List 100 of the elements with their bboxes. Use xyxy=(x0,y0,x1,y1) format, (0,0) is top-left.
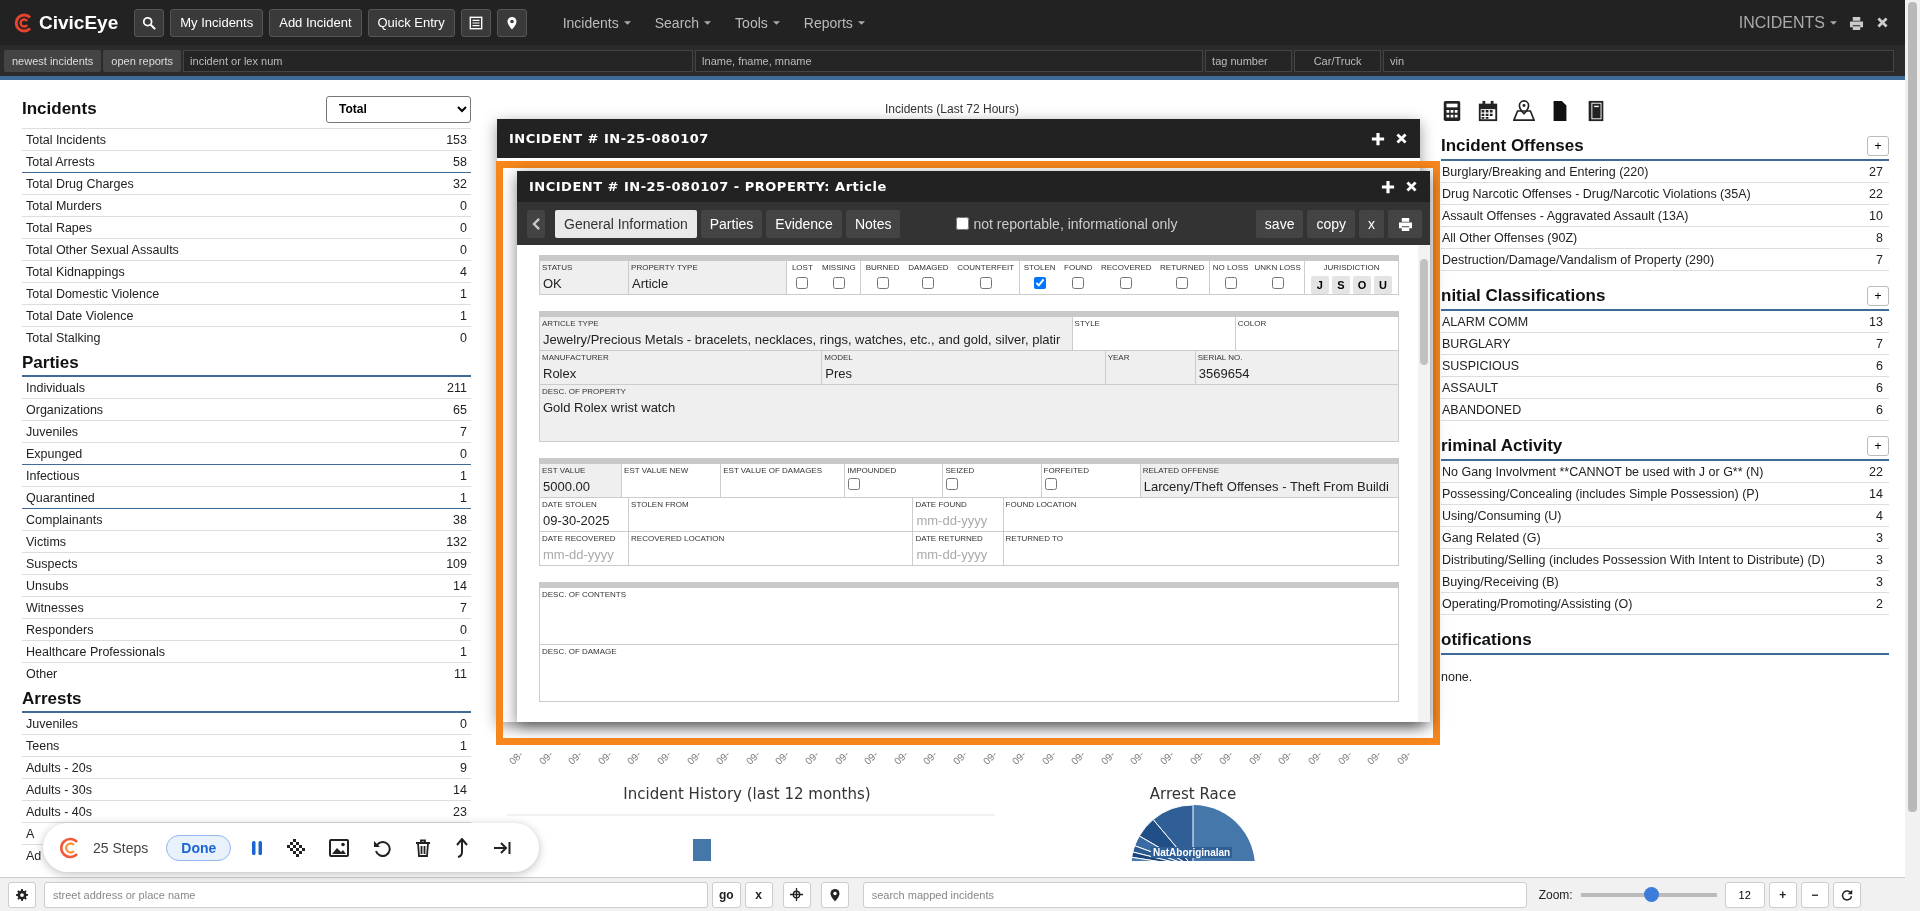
add-button[interactable]: + xyxy=(1867,436,1889,456)
form-field[interactable]: FOUND LOCATION xyxy=(1003,498,1399,532)
form-field[interactable]: PROPERTY TYPE Article xyxy=(629,261,788,295)
action-button[interactable]: save xyxy=(1255,209,1304,238)
add-button[interactable]: + xyxy=(1867,136,1889,156)
map-pin-button[interactable] xyxy=(820,881,849,908)
form-field[interactable]: DATE STOLEN 09-30-2025 xyxy=(540,498,630,532)
filter-select[interactable]: Total xyxy=(326,95,471,123)
search-button[interactable] xyxy=(134,8,165,37)
map-button[interactable] xyxy=(496,8,527,37)
tab[interactable]: Notes xyxy=(845,209,901,238)
form-field[interactable]: YEAR xyxy=(1105,351,1196,385)
nav-button[interactable]: My Incidents xyxy=(170,8,264,37)
plus-icon[interactable] xyxy=(1381,179,1395,194)
checkbox[interactable] xyxy=(1224,277,1237,289)
search-field[interactable]: tag number xyxy=(1205,49,1293,72)
scrollbar[interactable] xyxy=(1905,0,1920,911)
checkbox[interactable] xyxy=(1120,277,1133,289)
nav-button[interactable]: Add Incident xyxy=(269,8,362,37)
quick-search-button[interactable]: newest incidents xyxy=(4,49,102,72)
checkbox[interactable] xyxy=(946,478,959,490)
print-icon[interactable] xyxy=(1849,15,1864,30)
jurisdiction-button[interactable]: J xyxy=(1310,276,1329,294)
scrollbar[interactable] xyxy=(1418,245,1430,722)
slider-thumb[interactable] xyxy=(1644,887,1660,902)
action-button[interactable]: x xyxy=(1359,209,1384,238)
nav-menu[interactable]: Incidents xyxy=(562,14,631,31)
form-field[interactable]: EST VALUE OF DAMAGES xyxy=(721,464,846,498)
form-field[interactable]: DESC. OF CONTENTS xyxy=(540,588,1399,645)
jurisdiction-button[interactable]: S xyxy=(1331,276,1350,294)
tab[interactable]: Parties xyxy=(700,209,763,238)
form-field[interactable]: STYLE xyxy=(1072,317,1236,351)
checkbox[interactable] xyxy=(979,277,992,289)
calculator-icon[interactable] xyxy=(1441,99,1463,123)
form-field[interactable]: RETURNED TO xyxy=(1003,532,1399,566)
scrollbar-thumb[interactable] xyxy=(1420,259,1428,365)
search-field[interactable]: vin xyxy=(1383,49,1895,72)
zoom-field[interactable]: 12 xyxy=(1724,881,1765,908)
refresh-button[interactable] xyxy=(1832,881,1861,908)
checkbox[interactable] xyxy=(1072,277,1085,289)
checkbox[interactable] xyxy=(956,217,970,230)
checkbox[interactable] xyxy=(922,277,935,289)
tab[interactable]: General Information xyxy=(555,209,697,238)
scrollbar-thumb[interactable] xyxy=(1908,2,1917,812)
list-button[interactable] xyxy=(460,8,491,37)
form-field[interactable]: DATE RETURNED mm-dd-yyyy xyxy=(913,532,1004,566)
form-field[interactable]: ARTICLE TYPE Jewelry/Precious Metals - bracelets, necklaces, rings, watches, etc., and gold, silver, platir xyxy=(540,317,1073,351)
plus-icon[interactable] xyxy=(1371,131,1385,146)
clear-button[interactable]: x xyxy=(744,881,773,908)
form-field[interactable]: EST VALUE 5000.00 xyxy=(540,464,623,498)
form-field[interactable]: RELATED OFFENSE Larceny/Theft Offenses - Theft From Buildi xyxy=(1140,464,1399,498)
jurisdiction-button[interactable]: O xyxy=(1352,276,1371,294)
zoom-in-button[interactable]: + xyxy=(1768,881,1797,908)
checkbox[interactable] xyxy=(1271,277,1284,289)
address-field[interactable]: street address or place name xyxy=(44,881,708,908)
settings-button[interactable] xyxy=(8,881,36,908)
form-field[interactable]: RECOVERED LOCATION xyxy=(629,532,914,566)
form-field[interactable]: MODEL Pres xyxy=(822,351,1106,385)
add-button[interactable]: + xyxy=(1867,286,1889,306)
form-field[interactable]: SERIAL NO. 3569654 xyxy=(1195,351,1399,385)
search-field[interactable]: Car/Truck xyxy=(1294,49,1382,72)
checkbox[interactable] xyxy=(832,277,845,289)
action-button[interactable]: copy xyxy=(1307,209,1355,238)
image-icon[interactable] xyxy=(329,838,350,857)
back-button[interactable] xyxy=(527,209,545,238)
locate-button[interactable] xyxy=(782,881,811,908)
print-button[interactable] xyxy=(1388,209,1422,238)
search-field[interactable]: lname, fname, mname xyxy=(695,49,1204,72)
search-field[interactable]: incident or lex num xyxy=(183,49,694,72)
done-button[interactable]: Done xyxy=(166,834,232,861)
nav-menu[interactable]: Search xyxy=(654,14,712,31)
form-field[interactable]: DATE FOUND mm-dd-yyyy xyxy=(913,498,1004,532)
checkbox[interactable] xyxy=(876,277,889,289)
form-field[interactable]: MANUFACTURER Rolex xyxy=(540,351,823,385)
checkerboard-icon[interactable] xyxy=(287,838,306,857)
quick-search-button[interactable]: open reports xyxy=(103,49,182,72)
nav-button[interactable]: Quick Entry xyxy=(367,8,455,37)
zoom-out-button[interactable]: − xyxy=(1800,881,1829,908)
form-field[interactable]: DATE RECOVERED mm-dd-yyyy xyxy=(540,532,630,566)
undo-icon[interactable] xyxy=(373,838,392,857)
checkbox[interactable] xyxy=(848,478,861,490)
nav-menu[interactable]: Reports xyxy=(803,14,865,31)
tab[interactable]: Evidence xyxy=(766,209,842,238)
arrow-to-end-icon[interactable] xyxy=(493,840,512,855)
form-field[interactable]: DESC. OF DAMAGE xyxy=(540,645,1399,702)
calendar-icon[interactable] xyxy=(1477,99,1499,123)
map-icon[interactable] xyxy=(1513,99,1535,123)
form-field[interactable]: EST VALUE NEW xyxy=(622,464,722,498)
arrow-up-icon[interactable] xyxy=(455,837,470,858)
form-field[interactable]: COLOR xyxy=(1235,317,1399,351)
checkbox[interactable] xyxy=(1033,277,1046,289)
nav-menu[interactable]: Tools xyxy=(735,14,780,31)
form-field[interactable]: STOLEN FROM xyxy=(629,498,914,532)
form-field[interactable]: STATUS OK xyxy=(540,261,630,295)
checkbox[interactable] xyxy=(1044,478,1057,490)
go-button[interactable]: go xyxy=(712,881,741,908)
checkbox[interactable] xyxy=(796,277,809,289)
jurisdiction-button[interactable]: U xyxy=(1373,276,1392,294)
pause-icon[interactable] xyxy=(251,839,264,856)
module-menu[interactable]: INCIDENTS xyxy=(1738,13,1837,32)
